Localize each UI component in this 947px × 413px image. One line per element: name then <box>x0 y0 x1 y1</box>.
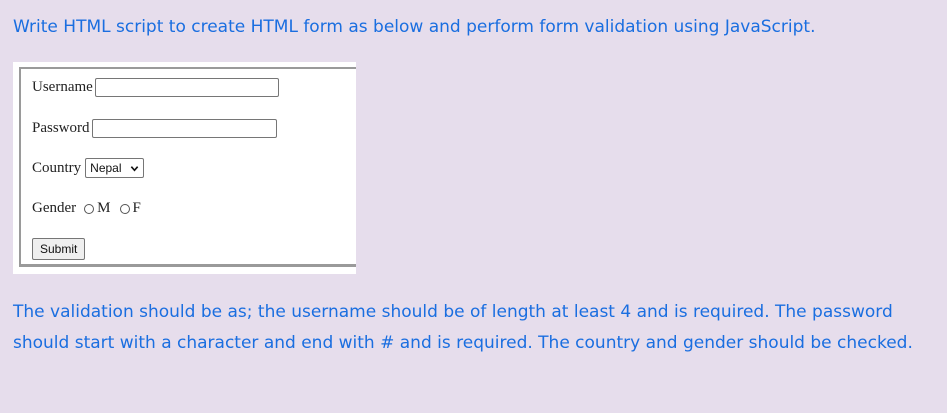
form-screenshot: Username Password Country Nepal Gender M… <box>13 62 356 274</box>
username-input[interactable] <box>94 78 279 97</box>
question-prompt: Write HTML script to create HTML form as… <box>13 17 816 37</box>
gender-option-m-label: M <box>97 200 111 216</box>
country-row: Country Nepal <box>32 158 144 178</box>
country-selected-value: Nepal <box>90 161 122 175</box>
password-label: Password <box>32 120 90 136</box>
radio-unchecked-icon[interactable] <box>84 203 95 214</box>
form-panel: Username Password Country Nepal Gender M… <box>19 67 356 267</box>
password-row: Password <box>32 119 277 138</box>
username-row: Username <box>32 78 279 97</box>
gender-option-f-label: F <box>132 200 141 216</box>
submit-row: Submit <box>32 238 86 260</box>
gender-row: Gender M F <box>32 200 141 217</box>
radio-unchecked-icon[interactable] <box>119 203 130 214</box>
username-label: Username <box>32 79 93 95</box>
gender-label: Gender <box>32 200 77 216</box>
chevron-down-icon <box>130 165 138 172</box>
validation-description: The validation should be as; the usernam… <box>13 302 913 353</box>
country-label: Country <box>32 159 82 176</box>
password-input[interactable] <box>91 119 277 138</box>
submit-button[interactable]: Submit <box>32 238 86 260</box>
country-select[interactable]: Nepal <box>85 158 144 178</box>
